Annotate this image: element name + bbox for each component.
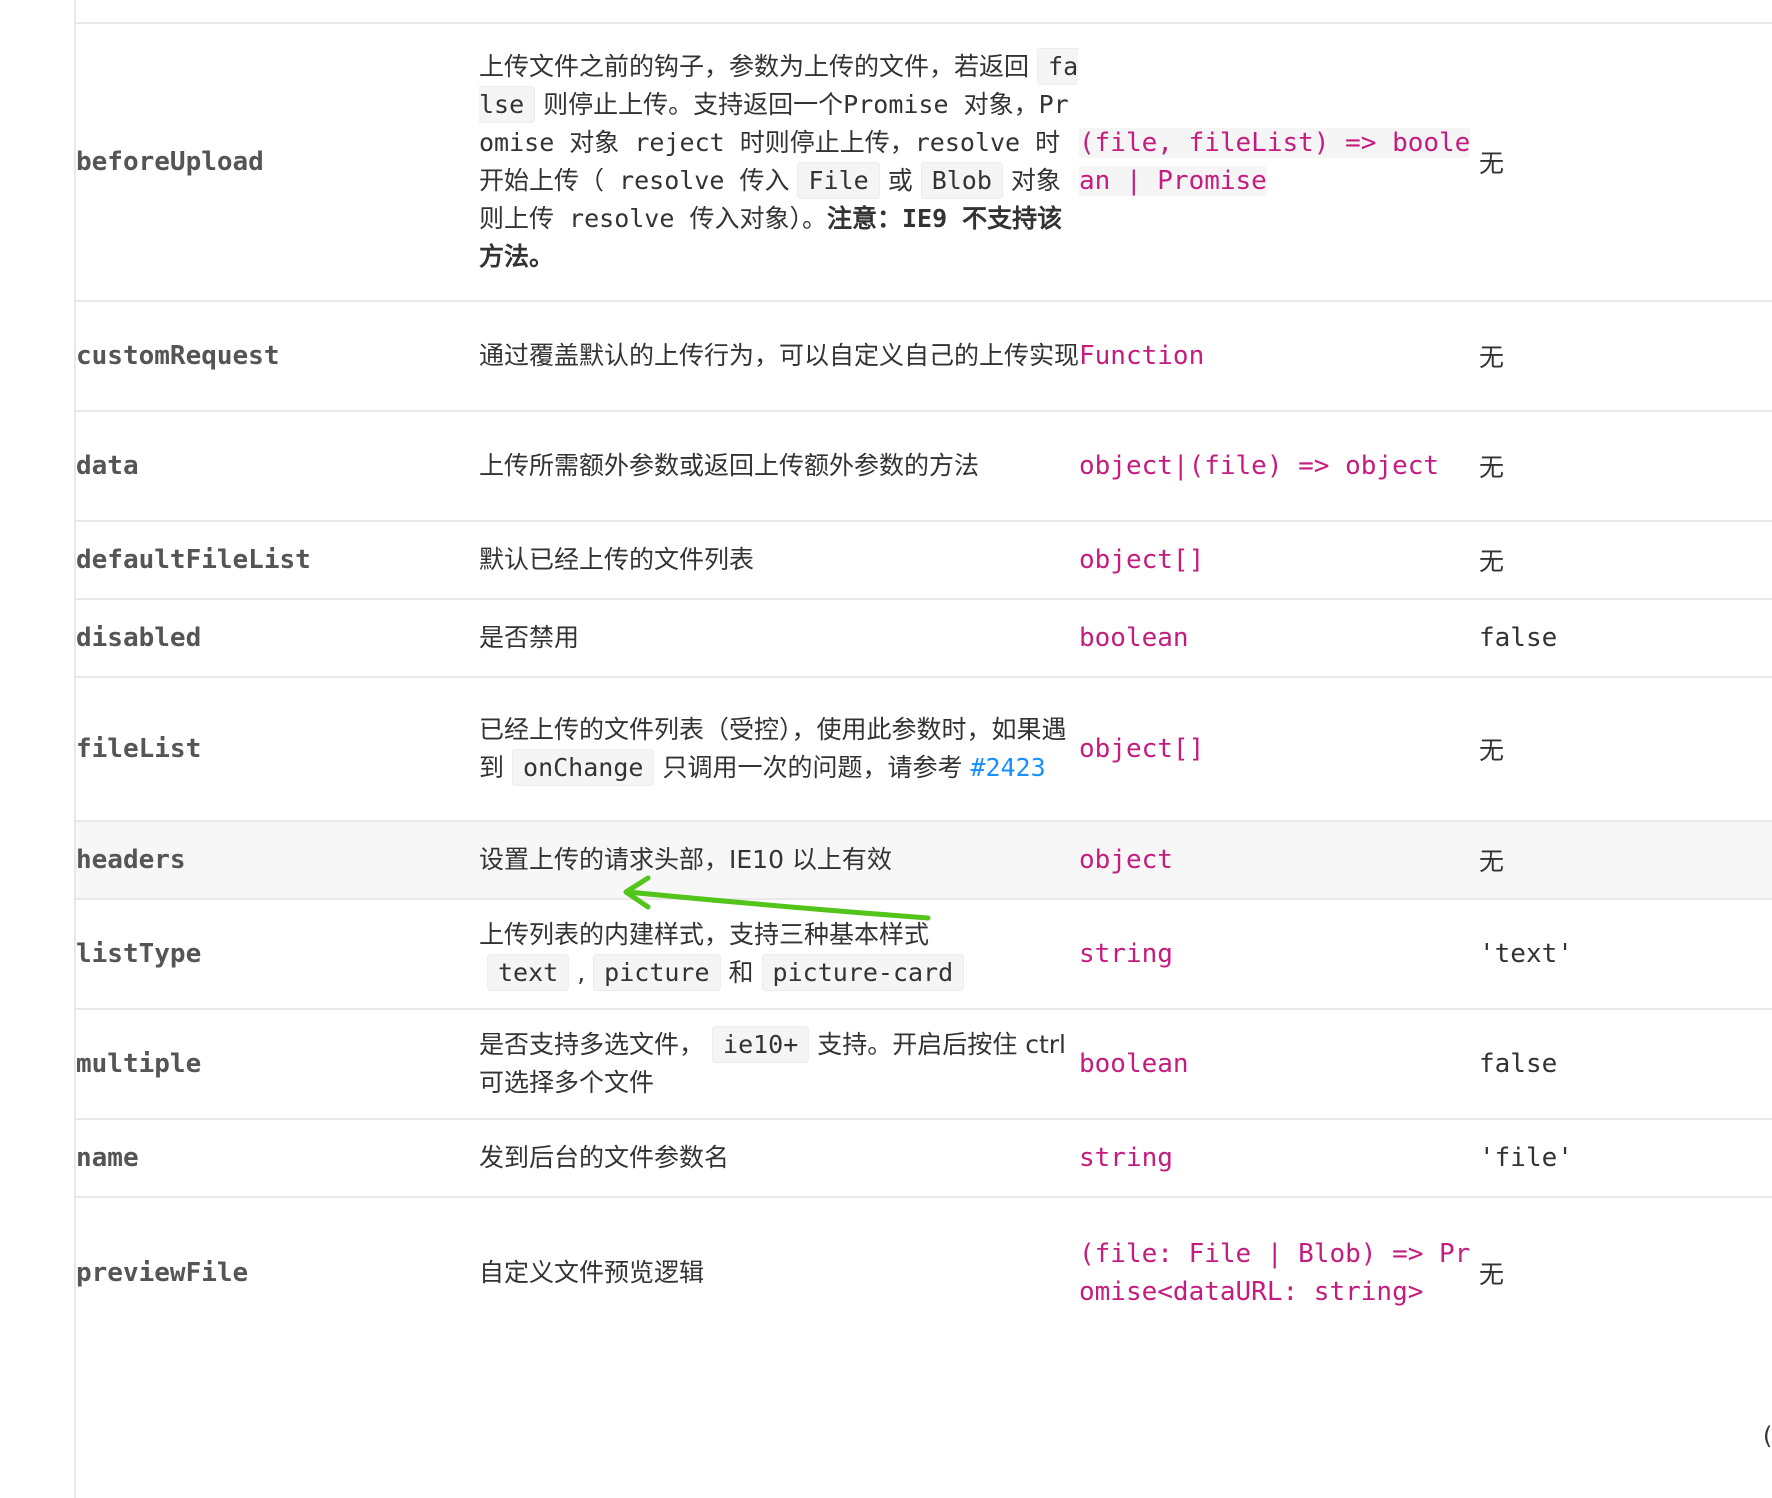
clipped-edge-text: ( — [1760, 1422, 1772, 1462]
table-row-beforeUpload: beforeUpload 上传文件之前的钩子，参数为上传的文件，若返回 false… — [76, 23, 1772, 301]
prop-description: 发到后台的文件参数名 — [479, 1143, 730, 1172]
prop-type: boolean — [1079, 1049, 1189, 1079]
prop-description: 设置上传的请求头部，IE10 以上有效 — [479, 845, 892, 874]
prop-default: false — [1479, 1049, 1558, 1079]
table-row-previewFile: previewFile 自定义文件预览逻辑 (file: File | Blob… — [76, 1197, 1772, 1347]
inline-code: onChange — [512, 749, 655, 786]
prop-type: boolean — [1079, 623, 1189, 653]
prop-default: 无 — [1479, 453, 1505, 482]
prop-default: 无 — [1479, 547, 1505, 576]
prop-description: 上传列表的内建样式，支持三种基本样式 text, picture 和 picture-c… — [479, 916, 1079, 992]
inline-code: picture-card — [761, 954, 965, 991]
inline-code: picture — [593, 954, 721, 991]
prop-type: object — [1079, 845, 1173, 875]
table-row-fileList: fileList 已经上传的文件列表（受控），使用此参数时，如果遇到 onChan… — [76, 677, 1772, 821]
issue-link[interactable]: #2423 — [970, 753, 1045, 782]
prop-name: defaultFileList — [76, 545, 311, 575]
prop-type: object[] — [1079, 545, 1205, 575]
prop-name: headers — [76, 845, 186, 875]
prop-name: multiple — [76, 1049, 202, 1079]
prop-description: 上传所需额外参数或返回上传额外参数的方法 — [479, 451, 980, 480]
table-row-headers: headers 设置上传的请求头部，IE10 以上有效 object 无 — [76, 821, 1772, 899]
prop-type: string — [1079, 1143, 1173, 1173]
table-row-listType: listType 上传列表的内建样式，支持三种基本样式 text, picture 和… — [76, 899, 1772, 1009]
inline-code: ie10+ — [712, 1026, 810, 1063]
prop-type: object|(file) => object — [1079, 451, 1440, 481]
prop-type: (file: File | Blob) => Promise<dataURL: … — [1079, 1238, 1471, 1307]
prop-name: previewFile — [76, 1257, 249, 1288]
prop-type: string — [1079, 939, 1173, 969]
prop-description: 上传文件之前的钩子，参数为上传的文件，若返回 false 则停止上传。支持返回一个P… — [479, 48, 1079, 276]
table-row-customRequest: customRequest 通过覆盖默认的上传行为，可以自定义自己的上传实现 F… — [76, 301, 1772, 411]
prop-type: (file, fileList) => boolean | Promise — [1079, 128, 1471, 196]
table-row-name: name 发到后台的文件参数名 string 'file' — [76, 1119, 1772, 1197]
inline-code: Blob — [920, 162, 1003, 199]
prop-name: customRequest — [76, 341, 280, 371]
inline-code: text — [487, 954, 570, 991]
prop-default: 无 — [1479, 149, 1505, 178]
prop-default: 'file' — [1479, 1143, 1573, 1173]
prop-name: fileList — [76, 734, 202, 764]
prop-description: 自定义文件预览逻辑 — [479, 1257, 705, 1287]
prop-description: 默认已经上传的文件列表 — [479, 545, 755, 574]
prop-default: 无 — [1479, 847, 1505, 876]
prop-default: 无 — [1479, 343, 1505, 372]
prop-description: 通过覆盖默认的上传行为，可以自定义自己的上传实现 — [479, 341, 1080, 370]
prop-type: Function — [1079, 341, 1205, 371]
table-row-multiple: multiple 是否支持多选文件， ie10+ 支持。开启后按住 ctrl 可选择… — [76, 1009, 1772, 1119]
api-props-page: beforeUpload 上传文件之前的钩子，参数为上传的文件，若返回 false… — [0, 0, 1772, 1498]
prop-description: 已经上传的文件列表（受控），使用此参数时，如果遇到 onChange 只调用一次的问… — [479, 711, 1079, 787]
prop-name: data — [76, 451, 139, 481]
prop-name: disabled — [76, 623, 202, 653]
prop-name: beforeUpload — [76, 147, 264, 177]
inline-code: File — [797, 162, 880, 199]
prop-default: 无 — [1479, 1259, 1505, 1289]
api-props-table: beforeUpload 上传文件之前的钩子，参数为上传的文件，若返回 false… — [76, 22, 1772, 1347]
prop-default: 'text' — [1479, 939, 1573, 969]
prop-type: object[] — [1079, 734, 1205, 764]
prop-description: 是否支持多选文件， ie10+ 支持。开启后按住 ctrl 可选择多个文件 — [479, 1026, 1079, 1102]
prop-default: false — [1479, 623, 1558, 653]
prop-default: 无 — [1479, 736, 1505, 765]
prop-name: listType — [76, 939, 202, 969]
prop-description: 是否禁用 — [479, 623, 580, 652]
table-row-disabled: disabled 是否禁用 boolean false — [76, 599, 1772, 677]
table-row-data: data 上传所需额外参数或返回上传额外参数的方法 object|(file) … — [76, 411, 1772, 521]
prop-name: name — [76, 1143, 139, 1173]
table-row-defaultFileList: defaultFileList 默认已经上传的文件列表 object[] 无 — [76, 521, 1772, 599]
